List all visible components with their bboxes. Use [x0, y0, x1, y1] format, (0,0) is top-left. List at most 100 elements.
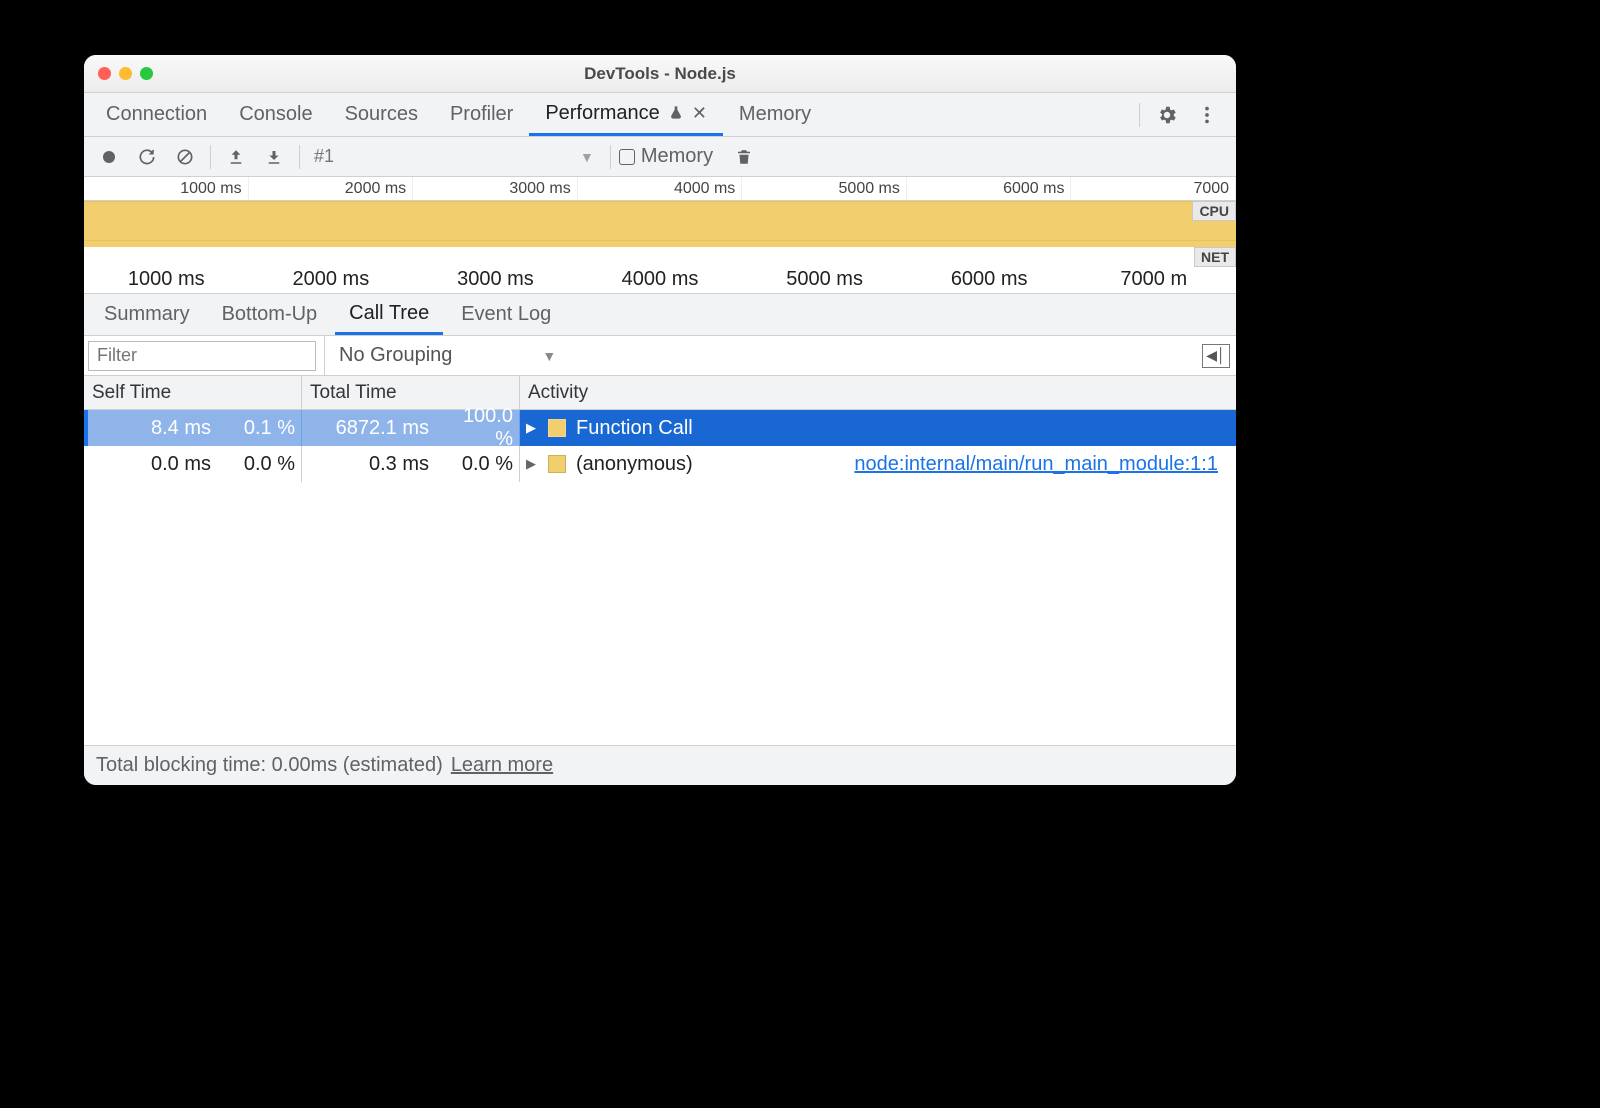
- ruler-tick: 1000 ms: [84, 265, 249, 293]
- subtab-eventlog[interactable]: Event Log: [447, 294, 565, 335]
- subtab-label: Event Log: [461, 303, 551, 326]
- subtab-summary[interactable]: Summary: [90, 294, 204, 335]
- gear-icon: [1156, 104, 1178, 126]
- minimize-window-button[interactable]: [119, 67, 132, 80]
- kebab-icon: [1196, 104, 1218, 126]
- ruler-tick: 1000 ms: [84, 177, 249, 200]
- table-row[interactable]: 8.4 ms 0.1 % 6872.1 ms 100.0 % ▶ Functio…: [84, 410, 1236, 446]
- col-header-self[interactable]: Self Time: [84, 376, 302, 409]
- self-time-value: 0.0 ms: [93, 453, 211, 476]
- net-band-label: NET: [1194, 247, 1236, 267]
- save-profile-button[interactable]: [257, 140, 291, 174]
- ruler-tick: 3000 ms: [413, 177, 578, 200]
- expand-icon[interactable]: ▶: [526, 420, 538, 436]
- titlebar: DevTools - Node.js: [84, 55, 1236, 93]
- main-tabs: Connection Console Sources Profiler Perf…: [84, 93, 1236, 137]
- detail-tabs: Summary Bottom-Up Call Tree Event Log: [84, 294, 1236, 336]
- close-window-button[interactable]: [98, 67, 111, 80]
- tab-profiler[interactable]: Profiler: [434, 93, 529, 136]
- session-select[interactable]: [308, 146, 568, 167]
- close-tab-button[interactable]: ✕: [692, 103, 707, 124]
- filter-input[interactable]: [88, 341, 316, 371]
- ruler-tick: 7000 m: [1071, 265, 1236, 293]
- upload-icon: [227, 148, 245, 166]
- flask-icon: [668, 105, 684, 121]
- subtab-label: Bottom-Up: [222, 303, 318, 326]
- activity-name: Function Call: [576, 417, 693, 440]
- tab-sources[interactable]: Sources: [329, 93, 434, 136]
- call-tree-table: Self Time Total Time Activity 8.4 ms 0.1…: [84, 376, 1236, 745]
- category-swatch-icon: [548, 419, 566, 437]
- ruler-tick: 5000 ms: [742, 265, 907, 293]
- chevron-down-icon[interactable]: ▼: [572, 149, 602, 165]
- memory-checkbox-label: Memory: [641, 145, 713, 168]
- detail-ruler: 1000 ms 2000 ms 3000 ms 4000 ms 5000 ms …: [84, 265, 1236, 293]
- load-profile-button[interactable]: [219, 140, 253, 174]
- total-time-value: 0.3 ms: [311, 453, 429, 476]
- subtab-label: Summary: [104, 303, 190, 326]
- ruler-tick: 4000 ms: [578, 177, 743, 200]
- tab-label: Profiler: [450, 103, 513, 126]
- toggle-heaviest-stack-button[interactable]: ◀│: [1202, 344, 1230, 368]
- chevron-down-icon: ▼: [542, 348, 556, 364]
- ruler-tick: 3000 ms: [413, 265, 578, 293]
- trash-icon: [735, 147, 753, 167]
- garbage-collect-button[interactable]: [727, 140, 761, 174]
- record-button[interactable]: [92, 140, 126, 174]
- status-footer: Total blocking time: 0.00ms (estimated) …: [84, 745, 1236, 785]
- ruler-tick: 6000 ms: [907, 265, 1072, 293]
- memory-checkbox[interactable]: Memory: [619, 145, 713, 168]
- cpu-band: CPU: [84, 201, 1236, 241]
- no-entry-icon: [175, 147, 195, 167]
- tab-memory[interactable]: Memory: [723, 93, 827, 136]
- tab-console[interactable]: Console: [223, 93, 328, 136]
- grouping-select[interactable]: No Grouping ▼: [324, 336, 556, 375]
- ruler-tick: 6000 ms: [907, 177, 1072, 200]
- col-header-activity[interactable]: Activity: [520, 376, 1236, 409]
- performance-toolbar: ▼ Memory: [84, 137, 1236, 177]
- tab-label: Memory: [739, 103, 811, 126]
- filter-bar: No Grouping ▼ ◀│: [84, 336, 1236, 376]
- more-button[interactable]: [1190, 98, 1224, 132]
- tab-performance[interactable]: Performance ✕: [529, 93, 723, 136]
- total-time-pct: 100.0 %: [443, 405, 513, 451]
- divider: [610, 145, 611, 169]
- reload-record-button[interactable]: [130, 140, 164, 174]
- divider: [299, 145, 300, 169]
- activity-name: (anonymous): [576, 453, 693, 476]
- self-time-value: 8.4 ms: [93, 417, 211, 440]
- timeline-overview[interactable]: 1000 ms 2000 ms 3000 ms 4000 ms 5000 ms …: [84, 177, 1236, 294]
- tab-label: Console: [239, 103, 312, 126]
- settings-button[interactable]: [1150, 98, 1184, 132]
- ruler-tick: 2000 ms: [249, 265, 414, 293]
- tab-connection[interactable]: Connection: [90, 93, 223, 136]
- ruler-tick: 2000 ms: [249, 177, 414, 200]
- category-swatch-icon: [548, 455, 566, 473]
- overview-ruler: 1000 ms 2000 ms 3000 ms 4000 ms 5000 ms …: [84, 177, 1236, 201]
- window-controls: [98, 67, 153, 80]
- source-link[interactable]: node:internal/main/run_main_module:1:1: [854, 453, 1236, 476]
- total-time-value: 6872.1 ms: [311, 417, 429, 440]
- net-band: NET: [84, 247, 1236, 265]
- subtab-label: Call Tree: [349, 302, 429, 325]
- devtools-window: DevTools - Node.js Connection Console So…: [84, 55, 1236, 785]
- ruler-tick: 4000 ms: [578, 265, 743, 293]
- subtab-calltree[interactable]: Call Tree: [335, 294, 443, 335]
- cpu-band-label: CPU: [1192, 201, 1236, 221]
- zoom-window-button[interactable]: [140, 67, 153, 80]
- tab-label: Connection: [106, 103, 207, 126]
- download-icon: [265, 148, 283, 166]
- table-row[interactable]: 0.0 ms 0.0 % 0.3 ms 0.0 % ▶ (anonymous) …: [84, 446, 1236, 482]
- subtab-bottomup[interactable]: Bottom-Up: [208, 294, 332, 335]
- tab-label: Performance: [545, 102, 660, 125]
- divider: [210, 145, 211, 169]
- checkbox-icon: [619, 149, 635, 165]
- learn-more-link[interactable]: Learn more: [451, 754, 553, 777]
- table-header: Self Time Total Time Activity: [84, 376, 1236, 410]
- self-time-pct: 0.0 %: [225, 453, 295, 476]
- clear-button[interactable]: [168, 140, 202, 174]
- expand-icon[interactable]: ▶: [526, 456, 538, 472]
- grouping-label: No Grouping: [339, 344, 452, 367]
- blocking-time-text: Total blocking time: 0.00ms (estimated): [96, 754, 443, 777]
- window-title: DevTools - Node.js: [84, 64, 1236, 84]
